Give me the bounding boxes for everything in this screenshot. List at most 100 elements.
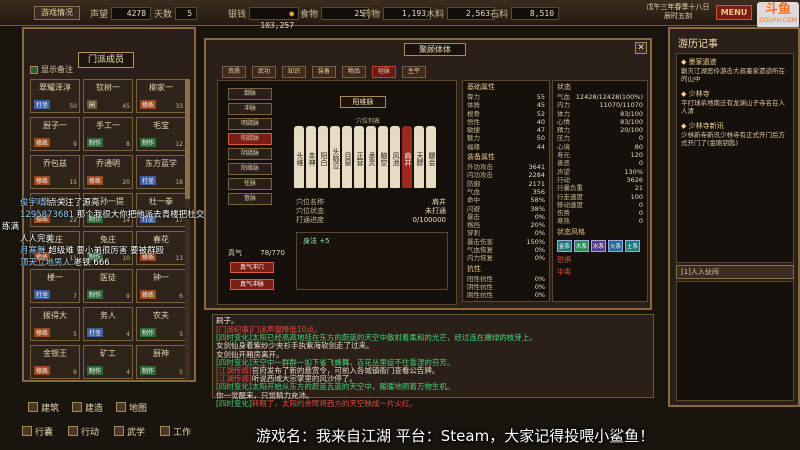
nav-button[interactable]: 行囊	[22, 424, 53, 438]
member-card[interactable]: 拨得大 修练 5	[30, 307, 80, 341]
close-icon[interactable]: ✕	[637, 43, 645, 53]
member-card[interactable]: 手工一 制作 8	[83, 117, 133, 151]
skill-chip[interactable]: 水系	[591, 239, 606, 252]
acupoint-pin[interactable]: 正营	[354, 126, 364, 188]
stat-value: 150%	[526, 237, 545, 246]
stat-value: 0	[638, 134, 643, 143]
show-tip-toggle[interactable]: 显示备注	[30, 64, 73, 75]
stat-value: 0	[638, 159, 643, 168]
member-card[interactable]: 柳家一 修练 33	[136, 79, 186, 113]
stat-value: 100	[630, 192, 643, 201]
scrollbar-thumb[interactable]	[185, 79, 190, 199]
equip-stats-row: 防御 2171	[463, 180, 549, 188]
acupoint-pin[interactable]: 本神	[306, 126, 316, 188]
member-card[interactable]: 务人 打坐 4	[83, 307, 133, 341]
stat-label: 内功攻击	[467, 171, 493, 180]
tab-0[interactable]: 资质	[222, 66, 246, 78]
nav-button[interactable]: 工作	[160, 424, 191, 438]
tab-3[interactable]: 装备	[312, 66, 336, 78]
silver-value: ● 103,257	[249, 6, 300, 30]
member-status-badge: 打坐	[87, 328, 104, 337]
member-status-badge: 修练	[140, 100, 157, 109]
meridian-item[interactable]: 冲脉	[228, 103, 272, 115]
acupoint-pin[interactable]: 目窗	[342, 126, 352, 188]
acupoint-pin[interactable]: 肩井	[402, 126, 412, 188]
travel-entry-title: ◆ 少林寺	[681, 90, 710, 98]
travel-entry[interactable]: ◆ 少林寺 平打球杀地南迁有龙渊山子寺名在人人清	[677, 86, 793, 118]
acupoint-pin[interactable]: 头维	[294, 126, 304, 188]
member-card[interactable]: 乔通明 修练 20	[83, 155, 133, 189]
acupoint-pin[interactable]: 臑会	[426, 126, 436, 188]
nav-button[interactable]: 建筑	[28, 400, 59, 414]
menu-button[interactable]: MENU	[716, 5, 752, 20]
qi-charge-button[interactable]: 真气冲穴	[230, 262, 274, 273]
nav-button[interactable]: 行动	[68, 424, 99, 438]
base-stats-title: 基础属性	[467, 83, 495, 91]
acupoint-info: 穴位名称 肩井 穴位状态 未打通 打通进度 0/100000	[296, 198, 446, 225]
travel-entry-body: 少林新寺新讯少林寺有正式开门后方式开门了(金刚钥匙)	[681, 131, 785, 147]
qi-label: 真气	[228, 249, 242, 257]
member-card[interactable]: 乔包兹 修练 15	[30, 155, 80, 189]
checkbox-icon[interactable]	[30, 65, 38, 74]
status-stats-row: 声望 130%	[553, 168, 647, 176]
skill-chip[interactable]: 金系	[557, 239, 572, 252]
nav-button[interactable]: 建造	[72, 400, 103, 414]
meridian-item[interactable]: 任脉	[228, 178, 272, 190]
stat-value: 0	[638, 200, 643, 209]
skill-chip[interactable]: 火系	[608, 239, 623, 252]
acupoint-pin[interactable]: 风池	[390, 126, 400, 188]
acupoint-pin[interactable]: 阳白	[318, 126, 328, 188]
member-card[interactable]: 厨子一 修练 9	[30, 117, 80, 151]
qi-clear-button[interactable]: 真气冲脉	[230, 279, 274, 290]
stat-value: 11070/11070	[599, 101, 643, 110]
meridian-item[interactable]: 明跷脉	[228, 118, 272, 130]
meridian-item[interactable]: 阳维脉	[228, 163, 272, 175]
stat-label: 寒热	[557, 217, 570, 226]
member-level: 33	[175, 103, 183, 110]
nav-button[interactable]: 武学	[114, 424, 145, 438]
travel-entry[interactable]: ◆ 墨家遗迹 剿灭江湖恶伶游击大叔墨家遗迹所在的山中	[677, 54, 793, 86]
skill-chip[interactable]: 土系	[625, 239, 640, 252]
acupoint-pin[interactable]: 承灵	[366, 126, 376, 188]
member-card[interactable]: 钦树一闲 45	[83, 79, 133, 113]
member-card[interactable]: 农夫 制作 3	[136, 307, 186, 341]
member-status-badge: 打坐	[34, 290, 51, 299]
recruit-list-header[interactable]: [1]人入伙间	[676, 265, 794, 279]
chat-message: 1295873681 那个我很大你把他派去青楼把杜交可以	[20, 208, 221, 220]
member-card[interactable]: 厨神 制作 5	[136, 345, 186, 379]
tab-1[interactable]: 武功	[252, 66, 276, 78]
close-button[interactable]: ✕	[635, 42, 647, 54]
chat-user: 顶天立地男人	[20, 258, 74, 268]
member-card[interactable]: 翠耀泽淳 打坐 50	[30, 79, 80, 113]
stat-value: 356	[532, 187, 545, 196]
recruit-list	[676, 281, 794, 401]
tab-4[interactable]: 物品	[342, 66, 366, 78]
tab-6[interactable]: 生平	[402, 66, 426, 78]
nav-button[interactable]: 地图	[116, 400, 147, 414]
tab-5[interactable]: 经脉	[372, 66, 396, 78]
member-panel-title: 门派成员	[78, 52, 134, 68]
member-card[interactable]: 矿工 制作 4	[83, 345, 133, 379]
nav-icon	[68, 426, 78, 436]
meridian-item[interactable]: 阳跷脉	[228, 133, 272, 145]
food-label: 食物	[300, 9, 319, 20]
travel-entry[interactable]: ◆ 少林寺新讯 少林新寺新讯少林寺有正式开门后方式开门了(金刚钥匙)	[677, 118, 793, 150]
acupoint-pin[interactable]: 脑空	[378, 126, 388, 188]
meridian-item[interactable]: 阴跷脉	[228, 148, 272, 160]
meridian-item[interactable]: 御脉	[228, 88, 272, 100]
resist-stats-title: 抗性	[467, 264, 481, 273]
sect-name-button[interactable]: 游戏情况	[34, 6, 80, 20]
acupoint-pin[interactable]: 天髎	[414, 126, 424, 188]
acupoint-pin[interactable]: 头临泣	[330, 126, 340, 188]
skill-chip[interactable]: 木系	[574, 239, 589, 252]
member-card[interactable]: 金银王 修练 6	[30, 345, 80, 379]
resist-stats-row: 阴性抗性 0%	[463, 283, 549, 291]
tab-2[interactable]: 知识	[282, 66, 306, 78]
member-card[interactable]: 东方蓝学 打坐 18	[136, 155, 186, 189]
medicine-label: 药物	[362, 9, 381, 20]
member-card[interactable]: 毛宝 制作 12	[136, 117, 186, 151]
nav-icon	[72, 402, 82, 412]
stat-label: 阳性抗性	[467, 274, 493, 283]
stat-label: 压力	[557, 134, 570, 143]
meridian-item[interactable]: 督脉	[228, 193, 272, 205]
